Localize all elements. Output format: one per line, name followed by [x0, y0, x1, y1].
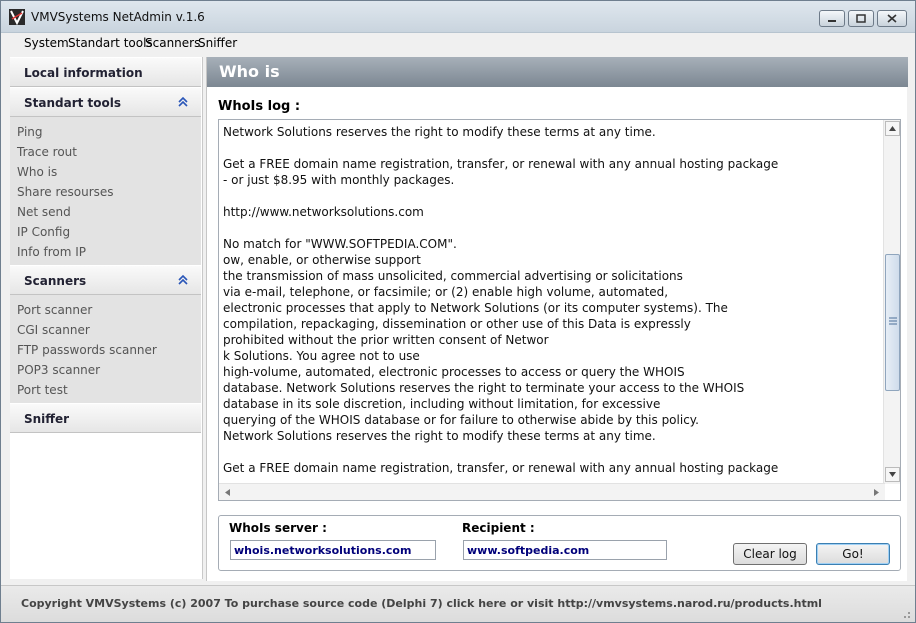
window-title: VMVSystems NetAdmin v.1.6	[31, 10, 205, 24]
log-line: prohibited without the prior written con…	[223, 333, 549, 347]
log-line: ow, enable, or otherwise support	[223, 253, 421, 267]
menu-bar: System Standart tools Scanners Sniffer	[1, 33, 915, 54]
group-label: Scanners	[24, 274, 87, 288]
menu-standart-tools[interactable]: Standart tools	[68, 36, 153, 50]
main-panel: Who is WhoIs log : Network Solutions res…	[206, 57, 908, 581]
page-title: Who is	[219, 62, 280, 81]
triangle-up-icon	[889, 126, 896, 131]
log-line: database in its sole discretion, includi…	[223, 397, 661, 411]
menu-sniffer[interactable]: Sniffer	[198, 36, 237, 50]
group-local-information[interactable]: Local information	[10, 57, 201, 87]
log-line: compilation, repackaging, dissemination …	[223, 317, 691, 331]
close-icon	[887, 14, 897, 23]
sidebar-item-info-from-ip[interactable]: Info from IP	[17, 245, 86, 259]
triangle-down-icon	[889, 472, 896, 477]
log-label: WhoIs log :	[218, 99, 301, 114]
log-line: - or just $8.95 with monthly packages.	[223, 173, 455, 187]
chevron-up-double-icon[interactable]	[177, 96, 189, 108]
group-label: Standart tools	[24, 96, 122, 110]
app-logo-icon	[9, 9, 25, 25]
status-bar: Copyright VMVSystems (c) 2007 To purchas…	[1, 585, 915, 622]
sidebar-item-port-scanner[interactable]: Port scanner	[17, 303, 92, 317]
log-content[interactable]: Network Solutions reserves the right to …	[223, 124, 878, 484]
log-line: No match for "WWW.SOFTPEDIA.COM".	[223, 237, 457, 251]
log-line: Network Solutions reserves the right to …	[223, 429, 656, 443]
vertical-scrollbar[interactable]	[883, 120, 900, 484]
whois-server-label: WhoIs server :	[229, 521, 327, 535]
standart-tools-list: Ping Trace rout Who is Share resourses N…	[10, 117, 201, 265]
scroll-down-button[interactable]	[885, 467, 900, 482]
triangle-right-icon[interactable]	[874, 489, 879, 496]
menu-scanners[interactable]: Scanners	[145, 36, 200, 50]
log-line: database. Network Solutions reserves the…	[223, 381, 745, 395]
group-sniffer[interactable]: Sniffer	[10, 403, 201, 433]
main-header: Who is	[207, 57, 908, 87]
menu-system[interactable]: System	[24, 36, 69, 50]
app-window: VMVSystems NetAdmin v.1.6 System Standar…	[0, 0, 916, 623]
sidebar-item-net-send[interactable]: Net send	[17, 205, 71, 219]
recipient-label: Recipient :	[462, 521, 535, 535]
sidebar-item-cgi-scanner[interactable]: CGI scanner	[17, 323, 90, 337]
group-label: Sniffer	[24, 412, 70, 426]
whois-log-textarea[interactable]: Network Solutions reserves the right to …	[218, 119, 901, 501]
grip-lines-icon	[889, 317, 897, 325]
log-line: the transmission of mass unsolicited, co…	[223, 269, 683, 283]
group-label: Local information	[24, 66, 143, 80]
sidebar: Local information Standart tools Ping Tr…	[10, 57, 203, 579]
status-text-link[interactable]: Copyright VMVSystems (c) 2007 To purchas…	[21, 597, 822, 610]
whois-server-input[interactable]	[230, 540, 436, 560]
sidebar-item-share-resourses[interactable]: Share resourses	[17, 185, 114, 199]
sidebar-item-ping[interactable]: Ping	[17, 125, 43, 139]
maximize-button[interactable]	[848, 10, 874, 27]
log-line: electronic processes that apply to Netwo…	[223, 301, 728, 315]
log-line: k Solutions. You agree not to use	[223, 349, 420, 363]
group-scanners[interactable]: Scanners	[10, 265, 201, 295]
log-line: Get a FREE domain name registration, tra…	[223, 157, 779, 171]
log-line: http://www.networksolutions.com	[223, 205, 424, 219]
group-standart-tools[interactable]: Standart tools	[10, 87, 201, 117]
scroll-thumb[interactable]	[885, 254, 900, 391]
minimize-button[interactable]	[819, 10, 845, 27]
sidebar-item-trace-rout[interactable]: Trace rout	[17, 145, 77, 159]
horizontal-scrollbar[interactable]	[219, 483, 885, 500]
maximize-icon	[856, 14, 866, 23]
clear-log-button[interactable]: Clear log	[733, 543, 807, 565]
chevron-up-double-icon[interactable]	[177, 274, 189, 286]
sidebar-item-who-is[interactable]: Who is	[17, 165, 57, 179]
triangle-left-icon[interactable]	[225, 489, 230, 496]
close-button[interactable]	[877, 10, 907, 27]
resize-grip-icon[interactable]	[899, 607, 911, 619]
minimize-icon	[828, 19, 836, 22]
recipient-input[interactable]	[463, 540, 667, 560]
title-bar[interactable]: VMVSystems NetAdmin v.1.6	[1, 1, 915, 33]
scanners-list: Port scanner CGI scanner FTP passwords s…	[10, 295, 201, 403]
log-line: Network Solutions reserves the right to …	[223, 125, 656, 139]
log-line: high-volume, automated, electronic proce…	[223, 365, 685, 379]
log-line: via e-mail, telephone, or facsimile; or …	[223, 285, 669, 299]
query-panel: WhoIs server : Recipient : Clear log Go!	[218, 515, 901, 571]
go-button[interactable]: Go!	[816, 543, 890, 565]
log-line: Get a FREE domain name registration, tra…	[223, 461, 779, 475]
sidebar-item-pop3-scanner[interactable]: POP3 scanner	[17, 363, 100, 377]
scroll-up-button[interactable]	[885, 121, 900, 136]
sidebar-item-port-test[interactable]: Port test	[17, 383, 68, 397]
sidebar-item-ip-config[interactable]: IP Config	[17, 225, 70, 239]
log-line: querying of the WHOIS database or for fa…	[223, 413, 699, 427]
sidebar-item-ftp-passwords-scanner[interactable]: FTP passwords scanner	[17, 343, 157, 357]
